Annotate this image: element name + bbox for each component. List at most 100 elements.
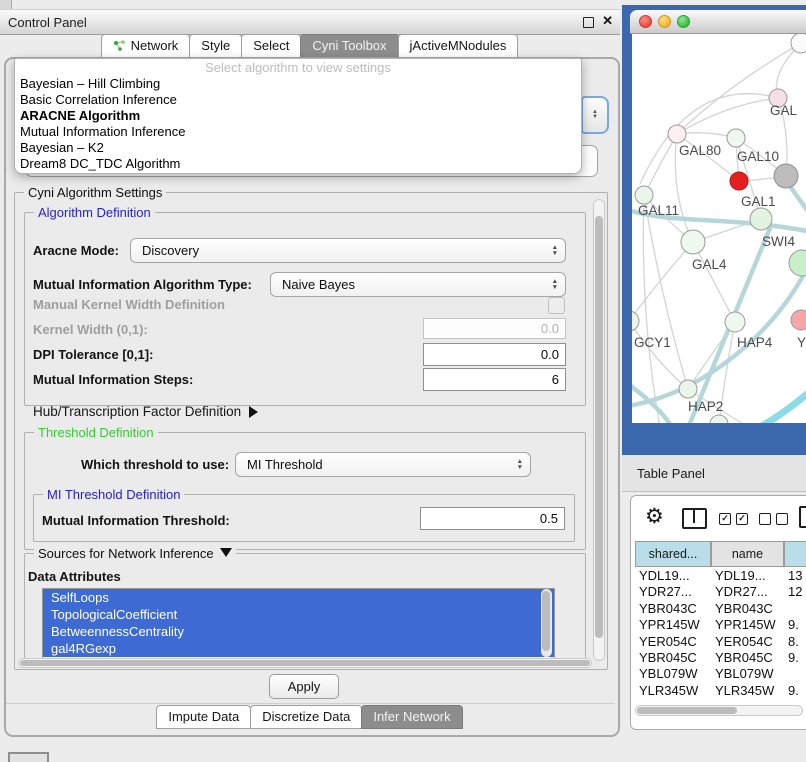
combo-spinner-focus[interactable]: ▲▼: [581, 96, 609, 134]
attributes-vscroll-thumb[interactable]: [542, 591, 550, 651]
table-row[interactable]: YER054CYER054C8.: [635, 633, 806, 649]
algorithm-option-basic-correlation-inference[interactable]: Basic Correlation Inference: [15, 92, 581, 108]
table-row[interactable]: YLR345WYLR345W9.: [635, 682, 806, 698]
node-label: GCY1: [634, 335, 671, 350]
algorithm-option-mutual-information-inference[interactable]: Mutual Information Inference: [15, 124, 581, 140]
tab-style[interactable]: Style: [189, 34, 242, 58]
attributes-vertical-scrollbar[interactable]: [541, 589, 552, 657]
settings-hscroll-thumb[interactable]: [20, 660, 590, 666]
table-row[interactable]: YDL19...YDL19...13: [635, 567, 806, 583]
network-edge: [643, 195, 660, 423]
table-row[interactable]: YBR043CYBR043C: [635, 600, 806, 616]
mi-type-label: Mutual Information Algorithm Type:: [33, 277, 252, 292]
mi-steps-field[interactable]: 6: [423, 368, 566, 391]
control-panel-titlebar: Control Panel ✕: [0, 9, 620, 35]
tab-infer-network[interactable]: Infer Network: [361, 705, 462, 729]
attribute-item-topologicalcoefficient[interactable]: TopologicalCoefficient: [43, 606, 554, 623]
mac-minimize-icon[interactable]: [658, 15, 671, 28]
network-node[interactable]: [791, 34, 806, 53]
network-node-hap2[interactable]: [679, 380, 697, 398]
table-cell: YER054C: [715, 634, 773, 649]
network-edge: [640, 94, 778, 184]
table-row[interactable]: YBR045CYBR045C9.: [635, 649, 806, 665]
tab-label: jActiveMNodules: [410, 38, 507, 53]
table-row[interactable]: YIL052CYIL052C9: [635, 698, 806, 700]
which-threshold-combo[interactable]: MI Threshold ▲▼: [235, 452, 531, 477]
column-header-name[interactable]: name: [711, 541, 784, 567]
settings-group-title: Cyni Algorithm Settings: [24, 185, 166, 200]
network-node-gal1[interactable]: [730, 172, 748, 190]
table-header-row: shared...name: [635, 541, 806, 567]
network-node-swi4[interactable]: [750, 208, 772, 230]
select-all-icon[interactable]: ✓✓: [719, 513, 748, 525]
apply-button[interactable]: Apply: [269, 674, 339, 699]
combo-arrows-icon: ▲▼: [545, 245, 565, 256]
table-row[interactable]: YPR145WYPR145W9.: [635, 616, 806, 632]
node-label: GAL80: [679, 143, 721, 158]
network-node-hap4[interactable]: [725, 312, 745, 332]
tab-network[interactable]: Network: [101, 34, 191, 58]
column-header-shared[interactable]: shared...: [635, 541, 711, 567]
attribute-item-gal4rgexp[interactable]: gal4RGexp: [43, 640, 554, 657]
dpi-tolerance-field[interactable]: 0.0: [423, 343, 566, 366]
table-cell: YBR043C: [715, 601, 773, 616]
algorithm-option-aracne-algorithm[interactable]: ARACNE Algorithm: [15, 108, 581, 124]
node-label: GAL10: [737, 149, 779, 164]
network-node-gcy1[interactable]: [632, 311, 639, 331]
column-view-icon[interactable]: [682, 508, 707, 529]
mi-steps-value: 6: [552, 372, 559, 387]
tab-cyni-toolbox[interactable]: Cyni Toolbox: [300, 34, 398, 58]
tab-jactivemnodules[interactable]: jActiveMNodules: [398, 34, 519, 58]
mi-type-combo[interactable]: Naive Bayes ▲▼: [270, 272, 566, 297]
algorithm-option-dream8-dc-tdc-algorithm[interactable]: Dream8 DC_TDC Algorithm: [15, 156, 581, 172]
float-window-icon[interactable]: [583, 17, 594, 28]
table-cell: 9: [788, 699, 795, 700]
mac-close-icon[interactable]: [639, 15, 652, 28]
network-node-gal4[interactable]: [681, 230, 705, 254]
network-graph: GALGAL80GAL10GAL1GAL11SWI4GAL4GCY1YHAP4H…: [632, 34, 806, 423]
table-horizontal-scrollbar[interactable]: [635, 705, 803, 716]
table-row[interactable]: YBL079WYBL079W: [635, 665, 806, 681]
bottom-left-stub-button[interactable]: [8, 752, 49, 762]
aracne-mode-value: Discovery: [142, 243, 199, 258]
page-icon[interactable]: [799, 506, 806, 528]
node-label: Y: [797, 335, 806, 350]
settings-vertical-scrollbar[interactable]: [593, 199, 605, 661]
table-cell: YBR045C: [715, 650, 773, 665]
network-node-y[interactable]: [791, 310, 806, 330]
table-cell: 9.: [788, 617, 799, 632]
tab-discretize-data[interactable]: Discretize Data: [250, 705, 362, 729]
column-header-2[interactable]: [784, 541, 806, 567]
attribute-item-selfloops[interactable]: SelfLoops: [43, 589, 554, 606]
table-cell: 13: [788, 568, 802, 583]
settings-vscroll-thumb[interactable]: [595, 216, 603, 638]
aracne-mode-combo[interactable]: Discovery ▲▼: [130, 238, 566, 263]
network-edge: [677, 43, 801, 134]
network-canvas[interactable]: GALGAL80GAL10GAL1GAL11SWI4GAL4GCY1YHAP4H…: [632, 34, 806, 423]
network-node[interactable]: [774, 164, 798, 188]
table-hscroll-thumb[interactable]: [637, 707, 737, 714]
table-cell: 12: [788, 584, 802, 599]
tab-select[interactable]: Select: [241, 34, 301, 58]
table-row[interactable]: YDR27...YDR27...12: [635, 583, 806, 599]
deselect-all-icon[interactable]: [759, 513, 788, 525]
gear-icon[interactable]: ⚙: [645, 504, 664, 529]
settings-horizontal-scrollbar[interactable]: [18, 658, 592, 668]
hub-tf-expander[interactable]: Hub/Transcription Factor Definition: [33, 404, 258, 419]
algorithm-option-bayesian-k2[interactable]: Bayesian – K2: [15, 140, 581, 156]
table-cell: YBR045C: [639, 650, 697, 665]
network-node-gal80[interactable]: [668, 125, 686, 143]
mi-threshold-field[interactable]: 0.5: [420, 507, 565, 530]
tab-impute-data[interactable]: Impute Data: [156, 705, 251, 729]
network-node[interactable]: [710, 415, 728, 423]
network-node[interactable]: [789, 250, 806, 276]
network-edge: [693, 242, 735, 322]
close-icon[interactable]: ✕: [602, 13, 613, 29]
network-node-gal10[interactable]: [727, 129, 745, 147]
algorithm-option-bayesian-hill-climbing[interactable]: Bayesian – Hill Climbing: [15, 76, 581, 92]
sources-group-title[interactable]: Sources for Network Inference: [34, 546, 236, 561]
table-cell: YDR27...: [715, 584, 768, 599]
attribute-item-betweennesscentrality[interactable]: BetweennessCentrality: [43, 623, 554, 640]
network-node-gal11[interactable]: [635, 186, 653, 204]
mac-zoom-icon[interactable]: [677, 15, 690, 28]
